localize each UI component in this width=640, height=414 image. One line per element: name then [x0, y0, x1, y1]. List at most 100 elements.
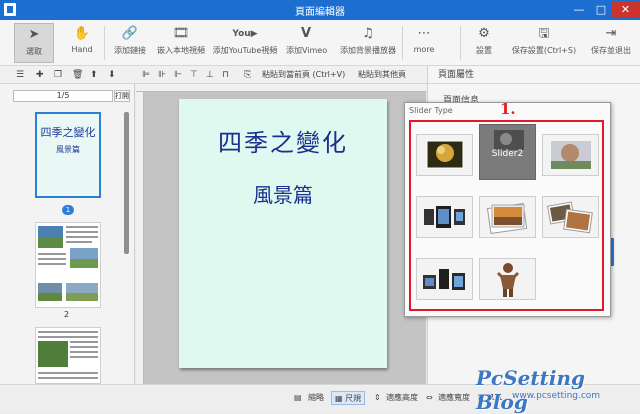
thumb-subtitle: 風景篇	[56, 145, 80, 154]
cursor-icon: ➤	[28, 27, 40, 42]
hand-icon: ✋	[73, 26, 91, 41]
list-icon[interactable]: ☰	[16, 68, 24, 82]
slider-option-2[interactable]: Slider2	[479, 124, 536, 180]
page-thumbnail-2[interactable]	[35, 222, 101, 308]
maximize-button[interactable]: □	[590, 1, 612, 18]
page-thumbnail-1[interactable]: 四季之變化 風景篇	[35, 112, 101, 198]
exit-icon: ⇥	[605, 26, 617, 41]
ruler-toggle-button[interactable]: ▦ 尺規	[331, 391, 366, 405]
ruler-toggle-label: 尺規	[345, 394, 362, 403]
duplicate-page-icon[interactable]: ❐	[54, 68, 62, 82]
toolbar-divider	[460, 26, 461, 60]
slider-option-7[interactable]	[416, 258, 473, 300]
editing-page[interactable]: 四季之變化 風景篇	[179, 99, 387, 368]
add-vimeo-button[interactable]: V 添加Vimeo	[286, 23, 328, 63]
add-link-button[interactable]: 🔗 添加鏈接	[108, 23, 152, 63]
more-icon: ⋯	[417, 26, 431, 41]
fit-width-icon[interactable]: ⇔	[426, 391, 433, 405]
page-indicator[interactable]: 1/5	[13, 90, 113, 102]
fit-height-button[interactable]: 適應高度	[386, 391, 418, 405]
slider-option-1[interactable]	[416, 134, 473, 176]
add-background-player-label: 添加背景播放器	[340, 46, 396, 55]
slider-type-popup: Slider Type 1. Slider2	[404, 100, 611, 317]
align-left-icon[interactable]: ⊫	[142, 68, 150, 82]
slider-option-3-preview	[551, 141, 591, 169]
gear-icon: ⚙	[478, 26, 490, 41]
slider-option-5[interactable]	[479, 196, 536, 238]
add-page-icon[interactable]: ✚	[36, 68, 44, 82]
select-tool-button[interactable]: ➤ 選取	[14, 23, 54, 63]
youtube-icon: You▶	[232, 29, 258, 39]
thumbnail-view-icon[interactable]: ▤	[294, 391, 302, 405]
music-icon: ♫	[362, 26, 374, 41]
move-down-icon[interactable]: ⬇	[108, 68, 116, 82]
paste-other-page-button[interactable]: 粘貼到其他頁	[358, 68, 406, 82]
toolbar-divider	[104, 26, 105, 60]
watermark-url: www.pcsetting.com	[512, 391, 601, 401]
close-button[interactable]: ✕	[612, 1, 639, 18]
slider-option-7-preview	[423, 269, 465, 290]
vertical-ruler	[136, 92, 144, 384]
title-bar: 頁面編輯器 — □ ✕	[0, 0, 640, 20]
more-label: more	[413, 45, 435, 54]
fit-height-icon[interactable]: ⇕	[374, 391, 381, 405]
page-number-label: 2	[64, 310, 70, 319]
align-right-icon[interactable]: ⊩	[174, 68, 182, 82]
slider-option-4[interactable]	[416, 196, 473, 238]
slider-option-1-preview	[426, 140, 464, 169]
page-subtitle-text[interactable]: 風景篇	[179, 179, 387, 208]
hand-tool-label: Hand	[71, 45, 93, 54]
window-title: 頁面編輯器	[295, 7, 345, 18]
embed-video-button[interactable]: 🎞 嵌入本地視頻	[154, 23, 208, 63]
page-title-text[interactable]: 四季之變化	[179, 123, 387, 158]
thumb-title: 四季之變化	[40, 126, 96, 139]
add-vimeo-label: 添加Vimeo	[286, 46, 328, 55]
thumbnail-view-button[interactable]: 縮略	[308, 391, 324, 405]
add-background-player-button[interactable]: ♫ 添加背景播放器	[336, 23, 400, 63]
page-number-badge: 1	[62, 205, 74, 215]
thumbnail-2-preview	[38, 226, 98, 301]
main-toolbar: ➤ 選取 ✋ Hand 🔗 添加鏈接 🎞 嵌入本地視頻 You▶ 添加YouTu…	[0, 20, 640, 66]
link-icon: 🔗	[121, 26, 139, 41]
save-icon: 🖫	[538, 26, 550, 41]
save-settings-label: 保存設置(Ctrl+S)	[511, 46, 577, 55]
add-youtube-label: 添加YouTube視頻	[212, 46, 278, 55]
paste-current-page-button[interactable]: 粘貼到當前頁 (Ctrl+V)	[262, 68, 345, 82]
align-top-icon[interactable]: ⊤	[190, 68, 198, 82]
delete-page-icon[interactable]: 🗑	[72, 68, 83, 82]
horizontal-ruler	[136, 84, 426, 92]
slider-option-4-preview	[424, 206, 465, 228]
film-icon: 🎞	[172, 26, 190, 41]
slider-option-2-label: Slider2	[491, 149, 524, 159]
add-youtube-button[interactable]: You▶ 添加YouTube視頻	[212, 23, 278, 63]
align-middle-icon[interactable]: ⊥	[206, 68, 214, 82]
hand-tool-button[interactable]: ✋ Hand	[62, 23, 102, 63]
copy-icon[interactable]: ⎘	[244, 68, 251, 82]
properties-header: 頁面屬性	[428, 66, 640, 84]
save-exit-label: 保存並退出	[591, 46, 631, 55]
ruler-icon: ▦	[335, 394, 346, 403]
slider-option-8[interactable]	[479, 258, 536, 300]
minimize-button[interactable]: —	[568, 1, 590, 18]
page-thumbnail-3[interactable]	[35, 327, 101, 384]
align-bottom-icon[interactable]: ⊓	[222, 68, 229, 82]
slider-option-6-preview	[547, 201, 593, 234]
settings-button[interactable]: ⚙ 設置	[464, 23, 504, 63]
page-list-panel: 1/5 打開 四季之變化 風景篇 1 2	[0, 84, 135, 384]
move-up-icon[interactable]: ⬆	[90, 68, 98, 82]
open-button[interactable]: 打開	[114, 90, 130, 102]
slider-option-6[interactable]	[542, 196, 599, 238]
add-link-label: 添加鏈接	[114, 46, 146, 55]
save-exit-button[interactable]: ⇥ 保存並退出	[584, 23, 638, 63]
more-button[interactable]: ⋯ more	[406, 23, 442, 63]
annotation-marker: 1.	[500, 100, 516, 118]
toolbar-divider	[402, 26, 403, 60]
save-settings-button[interactable]: 🖫 保存設置(Ctrl+S)	[506, 23, 582, 63]
editor-canvas[interactable]: 四季之變化 風景篇	[136, 84, 426, 384]
embed-video-label: 嵌入本地視頻	[157, 46, 205, 55]
align-center-icon[interactable]: ⊪	[158, 68, 166, 82]
fit-width-button[interactable]: 適應寬度	[438, 391, 470, 405]
slider-options-frame: Slider2	[409, 120, 604, 311]
page-list-scrollbar[interactable]	[124, 112, 129, 254]
slider-option-3[interactable]	[542, 134, 599, 176]
